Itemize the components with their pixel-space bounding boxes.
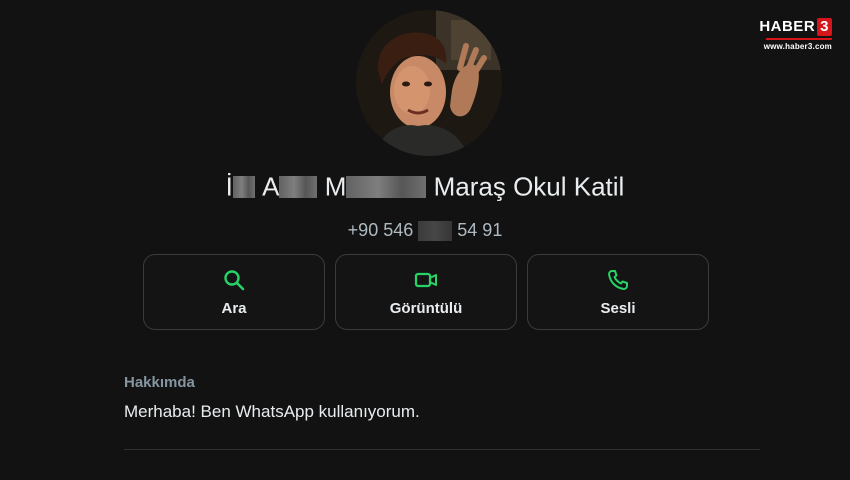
name-part-2: A (262, 171, 280, 202)
contact-actions: Ara Görüntülü Sesli (143, 254, 709, 330)
contact-name: İ A M Maraş Okul Katil (0, 170, 850, 203)
search-icon (224, 269, 245, 290)
about-text: Merhaba! Ben WhatsApp kullanıyorum. (124, 402, 420, 421)
name-part-1: İ (225, 171, 233, 202)
voice-call-button[interactable]: Sesli (527, 254, 709, 330)
name-redaction-1 (232, 176, 255, 199)
avatar-photo (356, 10, 502, 156)
phone-part-1: +90 546 (347, 220, 414, 240)
watermark-brand: HABER (759, 18, 816, 35)
phone-part-2: 54 91 (457, 220, 503, 240)
section-divider (124, 449, 760, 450)
watermark-number: 3 (817, 18, 832, 36)
voice-call-button-label: Sesli (600, 299, 636, 317)
watermark-logo: HABER 3 (759, 18, 832, 36)
search-button[interactable]: Ara (143, 254, 325, 330)
name-redaction-2 (279, 176, 318, 199)
haber3-watermark: HABER 3 www.haber3.com (759, 18, 833, 51)
profile-avatar[interactable] (356, 10, 502, 156)
watermark-underline (765, 38, 833, 40)
search-button-label: Ara (221, 299, 247, 317)
name-part-4: Maraş Okul Katil (433, 171, 625, 202)
video-icon (414, 272, 437, 287)
watermark-url: www.haber3.com (763, 42, 832, 51)
contact-phone: +90 546 54 91 (0, 220, 850, 242)
about-title: Hakkımda (124, 374, 195, 391)
name-part-3: M (324, 171, 347, 202)
video-call-button-label: Görüntülü (389, 299, 463, 317)
phone-redaction (418, 221, 453, 242)
video-call-button[interactable]: Görüntülü (335, 254, 517, 330)
phone-icon (608, 269, 628, 290)
name-redaction-3 (346, 176, 427, 199)
